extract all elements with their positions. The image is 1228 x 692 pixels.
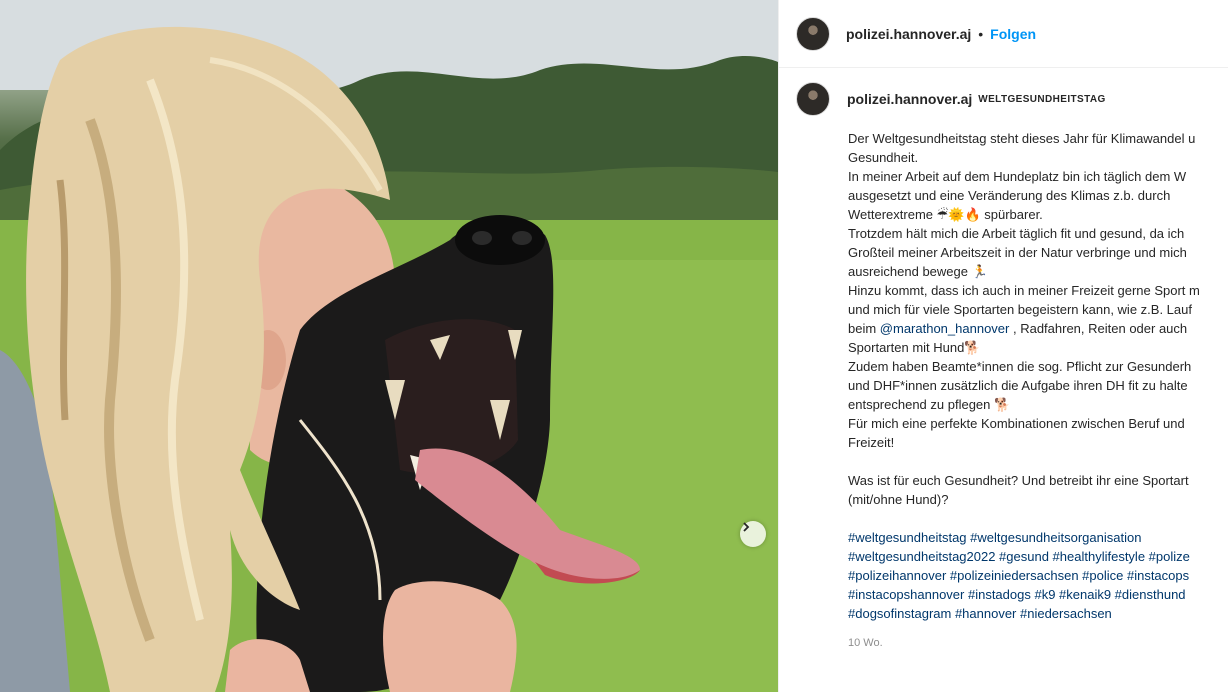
caption-line: Zudem haben Beamte*innen die sog. Pflich… — [848, 359, 1192, 374]
mention-link[interactable]: @marathon_hannover — [880, 321, 1010, 336]
caption-line: Großteil meiner Arbeitszeit in der Natur… — [848, 245, 1187, 260]
header-username[interactable]: polizei.hannover.aj — [846, 26, 971, 42]
caption-username[interactable]: polizei.hannover.aj — [847, 91, 972, 107]
caption-line: Freizeit! — [848, 435, 895, 450]
caption-line: und mich für viele Sportarten begeistern… — [848, 302, 1192, 317]
caption-text: Der Weltgesundheitstag steht dieses Jahr… — [848, 129, 1228, 623]
caption-line: Für mich eine perfekte Kombinationen zwi… — [848, 416, 1185, 431]
photo-illustration — [0, 0, 778, 692]
caption-line: In meiner Arbeit auf dem Hundeplatz bin … — [848, 169, 1187, 184]
hashtag-block: #weltgesundheitstag #weltgesundheitsorga… — [848, 528, 1228, 623]
hashtag-line[interactable]: #polizeihannover #polizeiniedersachsen #… — [848, 566, 1228, 585]
caption-question: (mit/ohne Hund)? — [848, 492, 949, 507]
caption-line: ausreichend bewege 🏃 — [848, 264, 988, 279]
post-photo[interactable] — [0, 0, 778, 692]
caption-gap — [848, 452, 1228, 471]
caption-line: Gesundheit. — [848, 150, 919, 165]
hashtag-line[interactable]: #instacopshannover #instadogs #k9 #kenai… — [848, 585, 1228, 604]
hashtag-line[interactable]: #weltgesundheitstag2022 #gesund #healthy… — [848, 547, 1228, 566]
caption-line: Der Weltgesundheitstag steht dieses Jahr… — [848, 131, 1196, 146]
caption-line: entsprechend zu pflegen 🐕 — [848, 397, 1011, 412]
next-image-button[interactable] — [740, 521, 766, 547]
caption-gap — [848, 509, 1228, 528]
caption-line-mention[interactable]: beim @marathon_hannover , Radfahren, Rei… — [848, 319, 1228, 338]
caption-header: polizei.hannover.aj Weltgesundheitstag — [796, 82, 1228, 116]
avatar[interactable] — [796, 16, 830, 51]
caption-line: und DHF*innen zusätzlich die Aufgabe ihr… — [848, 378, 1188, 393]
follow-button[interactable]: Folgen — [990, 26, 1036, 42]
post-timestamp[interactable]: 10 Wo. — [848, 637, 1228, 649]
caption-line: Hinzu kommt, dass ich auch in meiner Fre… — [848, 283, 1200, 298]
caption: polizei.hannover.aj Weltgesundheitstag D… — [779, 68, 1228, 649]
separator-dot: • — [978, 25, 984, 42]
hashtag-line[interactable]: #weltgesundheitstag #weltgesundheitsorga… — [848, 528, 1228, 547]
caption-line: Wetterextreme ☔🌞🔥 spürbarer. — [848, 207, 1043, 222]
hashtag-line[interactable]: #dogsofinstagram #hannover #niedersachse… — [848, 604, 1228, 623]
caption-tag: Weltgesundheitstag — [978, 93, 1106, 105]
post-header: polizei.hannover.aj • Folgen — [779, 0, 1228, 68]
post-sidebar: polizei.hannover.aj • Folgen polizei.han… — [778, 0, 1228, 692]
caption-question: Was ist für euch Gesundheit? Und betreib… — [848, 473, 1189, 488]
caption-line: Sportarten mit Hund🐕 — [848, 340, 981, 355]
caption-avatar[interactable] — [796, 82, 830, 116]
caption-line: ausgesetzt und eine Veränderung des Klim… — [848, 188, 1171, 203]
caption-line: Trotzdem hält mich die Arbeit täglich fi… — [848, 226, 1185, 241]
